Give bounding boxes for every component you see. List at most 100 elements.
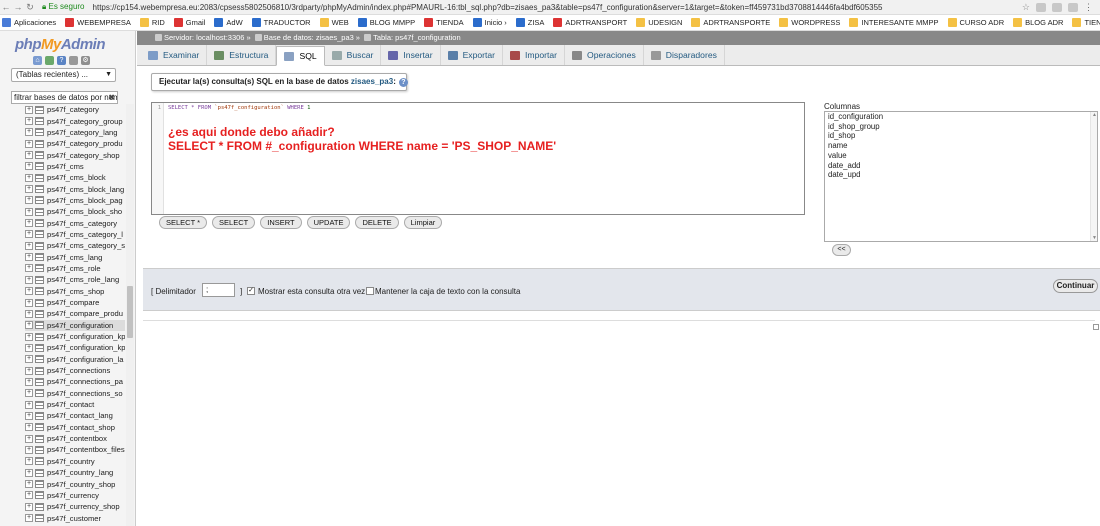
- tree-table-item[interactable]: + ps47f_connections: [25, 365, 125, 376]
- forward-arrow-icon[interactable]: →: [12, 2, 24, 12]
- bookmark-item[interactable]: TRADUCTOR: [251, 18, 311, 27]
- tab-structure[interactable]: Estructura: [207, 45, 277, 65]
- tree-table-item[interactable]: + ps47f_category_lang: [25, 127, 125, 138]
- tree-table-label[interactable]: ps47f_cms_block: [47, 173, 106, 182]
- show-query-label[interactable]: Mostrar esta consulta otra vez: [258, 287, 365, 296]
- columns-scrollbar[interactable]: ▲ ▼: [1090, 112, 1097, 241]
- expand-plus-icon[interactable]: +: [25, 491, 33, 500]
- database-filter-input[interactable]: filtrar bases de datos por nom ✖: [11, 91, 118, 104]
- tree-table-item[interactable]: + ps47f_contentbox_files: [25, 444, 125, 455]
- sql-template-button[interactable]: DELETE: [355, 216, 399, 229]
- tree-table-item[interactable]: + ps47f_cms_category_s: [25, 240, 125, 251]
- extension-icon[interactable]: [1052, 2, 1062, 12]
- tree-table-label[interactable]: ps47f_currency: [47, 491, 99, 500]
- tree-table-item[interactable]: + ps47f_country_lang: [25, 467, 125, 478]
- expand-plus-icon[interactable]: +: [25, 207, 33, 216]
- tree-table-label[interactable]: ps47f_contact: [47, 400, 94, 409]
- tab-browse[interactable]: Examinar: [141, 45, 208, 65]
- expand-plus-icon[interactable]: +: [25, 468, 33, 477]
- expand-plus-icon[interactable]: +: [25, 434, 33, 443]
- tree-table-item[interactable]: + ps47f_cms_role_lang: [25, 274, 125, 285]
- bookmark-item[interactable]: CURSO ADR: [947, 18, 1004, 27]
- expand-plus-icon[interactable]: +: [25, 241, 33, 250]
- tree-table-label[interactable]: ps47f_contentbox: [47, 434, 107, 443]
- tree-table-item[interactable]: + ps47f_cms_block_lang: [25, 183, 125, 194]
- tree-table-item[interactable]: + ps47f_category_produ: [25, 138, 125, 149]
- expand-plus-icon[interactable]: +: [25, 287, 33, 296]
- help-icon[interactable]: ?: [57, 56, 66, 65]
- tab-sql[interactable]: SQL: [276, 46, 325, 66]
- tree-table-item[interactable]: + ps47f_currency: [25, 490, 125, 501]
- expand-plus-icon[interactable]: +: [25, 275, 33, 284]
- tree-table-label[interactable]: ps47f_cms_category_s: [47, 241, 125, 250]
- expand-plus-icon[interactable]: +: [25, 400, 33, 409]
- tree-table-label[interactable]: ps47f_cms: [47, 162, 84, 171]
- menu-icon[interactable]: ⋮: [1084, 2, 1094, 12]
- expand-plus-icon[interactable]: +: [25, 502, 33, 511]
- expand-plus-icon[interactable]: +: [25, 423, 33, 432]
- bookmark-item[interactable]: BLOG MMPP: [357, 18, 415, 27]
- tree-table-label[interactable]: ps47f_cms_block_sho: [47, 207, 122, 216]
- delimiter-input[interactable]: ;: [202, 283, 235, 297]
- back-arrow-icon[interactable]: ←: [0, 2, 12, 12]
- sql-template-button[interactable]: INSERT: [260, 216, 302, 229]
- heading-db[interactable]: zisaes_pa3: [351, 77, 393, 86]
- tree-table-label[interactable]: ps47f_cms_category_l: [47, 230, 123, 239]
- logout-icon[interactable]: [45, 56, 54, 65]
- continue-button[interactable]: Continuar: [1053, 279, 1098, 293]
- column-option[interactable]: name: [825, 141, 1097, 151]
- tree-scrollbar[interactable]: [126, 104, 134, 526]
- tree-table-label[interactable]: ps47f_category_lang: [47, 128, 118, 137]
- tab-insert[interactable]: Insertar: [381, 45, 441, 65]
- tree-table-item[interactable]: + ps47f_compare_produ: [25, 308, 125, 319]
- expand-plus-icon[interactable]: +: [25, 377, 33, 386]
- tab-export[interactable]: Exportar: [441, 45, 504, 65]
- tree-table-item[interactable]: + ps47f_connections_pa: [25, 376, 125, 387]
- sql-template-button[interactable]: UPDATE: [306, 216, 351, 229]
- expand-plus-icon[interactable]: +: [25, 264, 33, 273]
- sql-template-button[interactable]: SELECT *: [159, 216, 208, 229]
- secure-lock-icon[interactable]: 🔒︎ Es seguro: [42, 2, 85, 12]
- tab-search[interactable]: Buscar: [325, 45, 382, 65]
- tree-table-item[interactable]: + ps47f_cms_lang: [25, 251, 125, 262]
- bookmark-item[interactable]: TIENDA ADR: [1072, 18, 1100, 27]
- insert-column-button[interactable]: <<: [832, 244, 851, 256]
- tree-table-label[interactable]: ps47f_customer: [47, 514, 101, 523]
- bookmark-item[interactable]: AdW: [214, 18, 243, 27]
- expand-plus-icon[interactable]: +: [25, 445, 33, 454]
- tree-table-item[interactable]: + ps47f_contentbox: [25, 433, 125, 444]
- tree-table-label[interactable]: ps47f_category: [47, 105, 99, 114]
- bookmark-star-icon[interactable]: ☆: [1022, 2, 1030, 13]
- tree-table-item[interactable]: + ps47f_country_shop: [25, 478, 125, 489]
- expand-plus-icon[interactable]: +: [25, 139, 33, 148]
- expand-plus-icon[interactable]: +: [25, 253, 33, 262]
- tree-table-label[interactable]: ps47f_cms_role: [47, 264, 101, 273]
- tree-table-item[interactable]: + ps47f_cms_category: [25, 217, 125, 228]
- tree-table-label[interactable]: ps47f_contentbox_files: [47, 445, 125, 454]
- column-option[interactable]: id_shop_group: [825, 122, 1097, 132]
- tree-table-item[interactable]: + ps47f_country: [25, 456, 125, 467]
- home-icon[interactable]: ⌂: [33, 56, 42, 65]
- tab-wrench[interactable]: Operaciones: [565, 45, 644, 65]
- bookmark-item[interactable]: ADRTRANSPORTE: [691, 18, 770, 27]
- tree-table-item[interactable]: + ps47f_configuration: [25, 319, 125, 331]
- sql-template-button[interactable]: Limpiar: [403, 216, 443, 229]
- tree-table-label[interactable]: ps47f_category_shop: [47, 151, 120, 160]
- tree-table-label[interactable]: ps47f_contact_lang: [47, 411, 113, 420]
- expand-plus-icon[interactable]: +: [25, 230, 33, 239]
- bookmark-item[interactable]: ADRTRANSPORT: [553, 18, 627, 27]
- tree-table-label[interactable]: ps47f_cms_role_lang: [47, 275, 119, 284]
- expand-plus-icon[interactable]: +: [25, 151, 33, 160]
- bookmark-item[interactable]: Gmail: [173, 18, 205, 27]
- bookmark-item[interactable]: Inicio ›: [472, 18, 507, 27]
- tree-table-item[interactable]: + ps47f_currency_shop: [25, 501, 125, 512]
- expand-plus-icon[interactable]: +: [25, 355, 33, 364]
- expand-plus-icon[interactable]: +: [25, 514, 33, 523]
- tree-table-item[interactable]: + ps47f_configuration_kp: [25, 331, 125, 342]
- expand-plus-icon[interactable]: +: [25, 173, 33, 182]
- tree-table-item[interactable]: + ps47f_cms_block_sho: [25, 206, 125, 217]
- column-option[interactable]: date_upd: [825, 170, 1097, 180]
- tree-table-item[interactable]: + ps47f_configuration_la: [25, 354, 125, 365]
- expand-plus-icon[interactable]: +: [25, 128, 33, 137]
- tab-triggers[interactable]: Disparadores: [644, 45, 725, 65]
